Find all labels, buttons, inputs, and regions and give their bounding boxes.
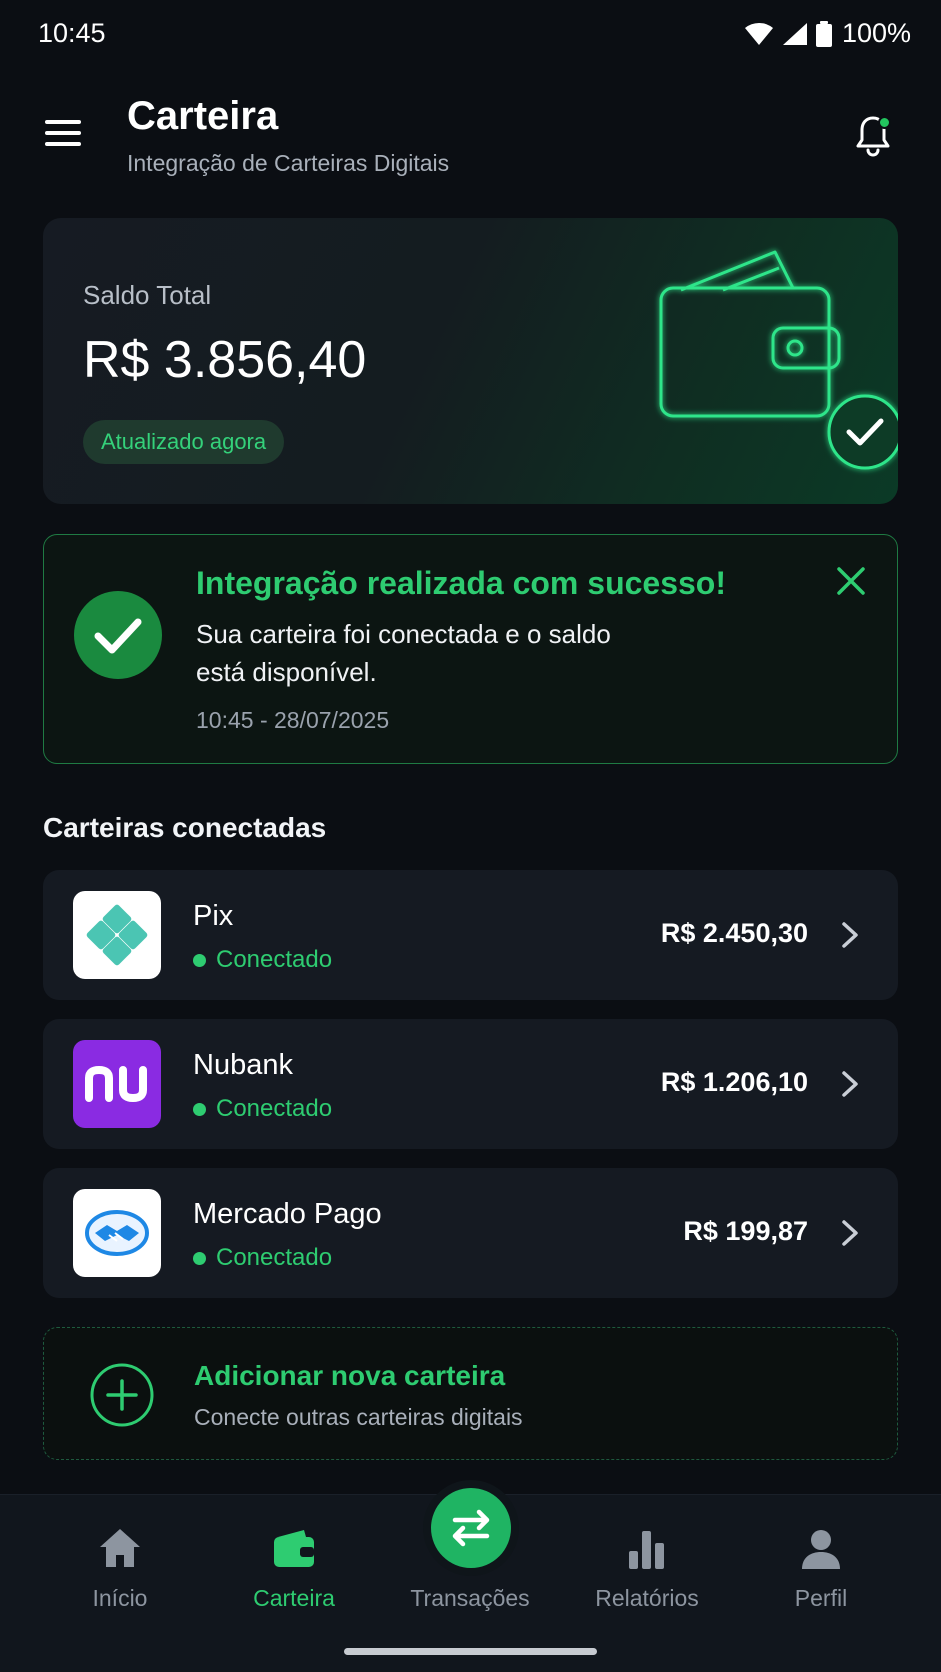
- notification-dot: [878, 116, 891, 129]
- signal-icon: [782, 22, 807, 45]
- home-icon: [100, 1529, 140, 1567]
- menu-icon: [45, 120, 81, 124]
- nubank-logo-icon: [73, 1040, 161, 1128]
- wallet-row-pix[interactable]: Pix Conectado R$ 2.450,30: [43, 870, 898, 1000]
- nav-label: Transações: [410, 1585, 530, 1611]
- menu-button[interactable]: [40, 112, 88, 152]
- menu-icon-line: [45, 142, 81, 146]
- app-header: Carteira Integração de Carteiras Digitai…: [0, 80, 941, 190]
- balance-card: Saldo Total R$ 3.856,40 Atualizado agora: [43, 218, 898, 504]
- add-wallet-subtitle: Conecte outras carteiras digitais: [194, 1404, 523, 1430]
- connected-wallets-title: Carteiras conectadas: [43, 812, 327, 843]
- nav-label: Carteira: [253, 1585, 335, 1611]
- nav-item-relatorios[interactable]: Relatórios: [567, 1525, 727, 1625]
- wallet-row-mercado-pago[interactable]: Mercado Pago Conectado R$ 199,87: [43, 1168, 898, 1298]
- status-bar: 10:45 100%: [0, 0, 941, 68]
- updated-badge: Atualizado agora: [83, 420, 285, 464]
- wallet-icon: [274, 1530, 314, 1567]
- page-title: Carteira: [127, 94, 279, 138]
- wallet-status-label: Conectado: [216, 1244, 333, 1271]
- status-dot-icon: [193, 1251, 206, 1265]
- battery-percent: 100%: [841, 18, 911, 48]
- status-dot-icon: [193, 953, 206, 967]
- wallet-status: Conectado: [193, 1244, 332, 1272]
- chevron-right-icon: [842, 1220, 858, 1246]
- status-icons: 100%: [744, 18, 911, 49]
- status-dot-icon: [193, 1102, 206, 1116]
- wallet-amount: R$ 2.450,30: [660, 918, 808, 948]
- nav-item-inicio[interactable]: Início: [40, 1525, 200, 1625]
- nav-item-carteira[interactable]: Carteira: [214, 1525, 374, 1625]
- mercado-pago-logo-icon: [73, 1189, 161, 1277]
- add-wallet-title: Adicionar nova carteira: [194, 1360, 506, 1391]
- balance-value: R$ 3.856,40: [83, 331, 367, 389]
- success-banner: Integração realizada com sucesso! Sua ca…: [43, 534, 898, 764]
- balance-label: Saldo Total: [83, 280, 212, 310]
- battery-icon: [815, 20, 832, 47]
- wallet-status: Conectado: [193, 1095, 332, 1123]
- close-banner-button[interactable]: [833, 563, 869, 599]
- wifi-icon: [744, 22, 773, 45]
- user-icon: [802, 1530, 840, 1569]
- wallet-status: Conectado: [193, 946, 332, 974]
- wallet-row-nubank[interactable]: Nubank Conectado R$ 1.206,10: [43, 1019, 898, 1149]
- status-time: 10:45: [38, 18, 106, 48]
- home-indicator[interactable]: [344, 1648, 597, 1655]
- chevron-right-icon: [842, 1071, 858, 1097]
- menu-icon-line: [45, 131, 81, 135]
- plus-circle-icon: [90, 1363, 154, 1427]
- nav-label: Relatórios: [595, 1585, 699, 1611]
- wallet-illustration-icon: [659, 250, 898, 470]
- chevron-right-icon: [842, 922, 858, 948]
- close-icon: [837, 567, 865, 595]
- wallet-status-label: Conectado: [216, 1095, 333, 1122]
- swap-icon: [452, 1509, 490, 1547]
- transactions-fab-button[interactable]: [431, 1488, 511, 1568]
- wallet-amount: R$ 1.206,10: [660, 1067, 808, 1097]
- wallet-name: Pix: [193, 900, 234, 932]
- page-subtitle: Integração de Carteiras Digitais: [127, 150, 450, 176]
- success-check-icon: [74, 591, 162, 679]
- nav-label: Perfil: [794, 1585, 848, 1611]
- success-title: Integração realizada com sucesso!: [196, 565, 726, 601]
- success-message: Sua carteira foi conectada e o saldo est…: [196, 619, 611, 687]
- notifications-button[interactable]: [849, 112, 897, 160]
- pix-logo-icon: [73, 891, 161, 979]
- success-timestamp: 10:45 - 28/07/2025: [196, 707, 390, 733]
- wallet-amount: R$ 199,87: [683, 1216, 808, 1246]
- wallet-status-label: Conectado: [216, 946, 333, 973]
- wallet-name: Nubank: [193, 1049, 293, 1081]
- wallet-name: Mercado Pago: [193, 1198, 382, 1230]
- nav-label: Início: [92, 1585, 148, 1611]
- bar-chart-icon: [629, 1531, 664, 1569]
- add-wallet-button[interactable]: Adicionar nova carteira Conecte outras c…: [43, 1327, 898, 1460]
- nav-item-perfil[interactable]: Perfil: [741, 1525, 901, 1625]
